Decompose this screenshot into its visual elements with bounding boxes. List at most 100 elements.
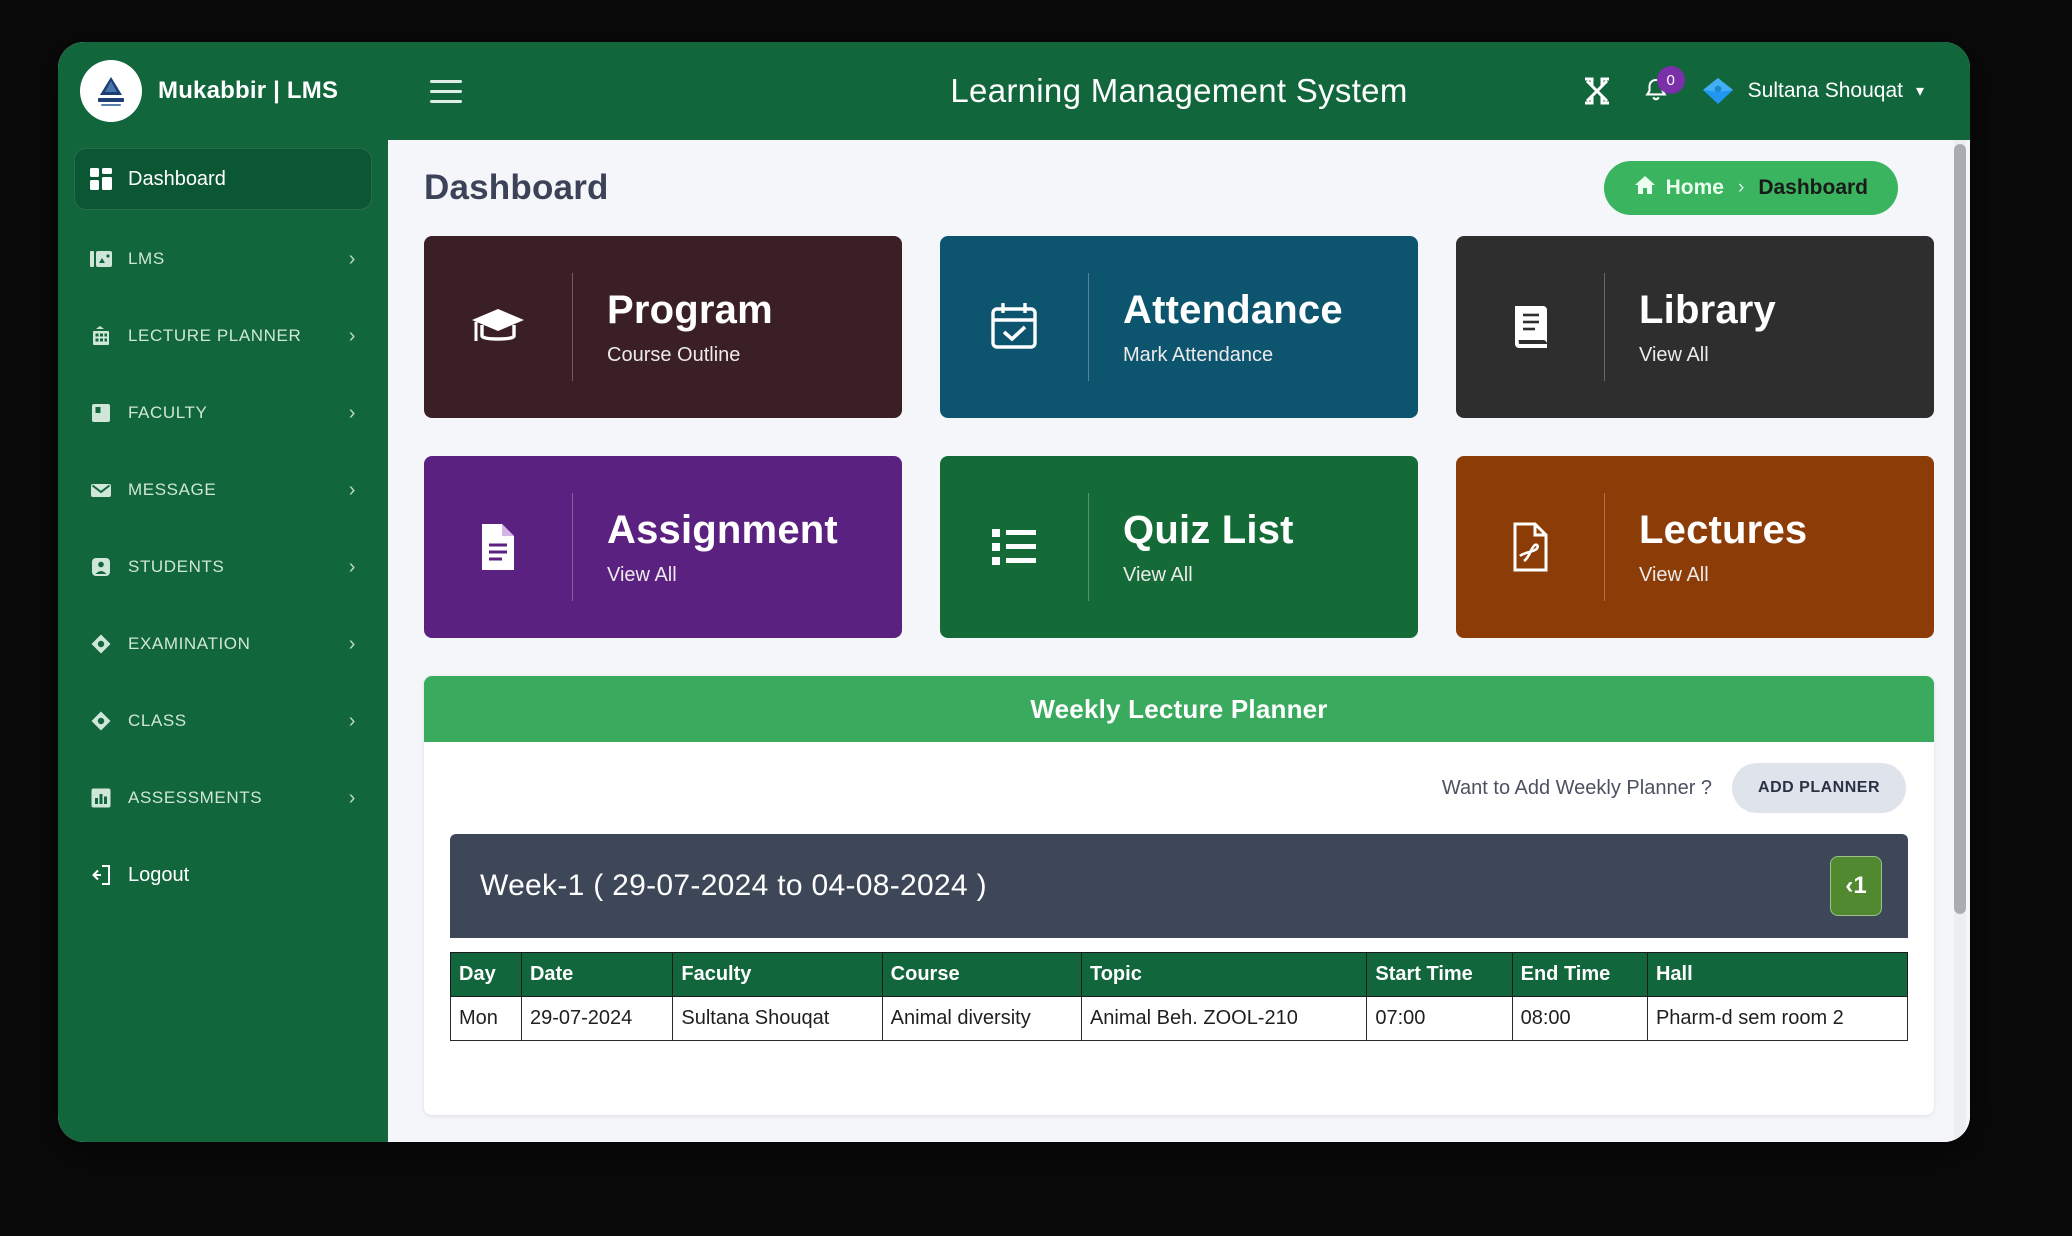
bar-chart-icon (88, 785, 114, 811)
sidebar-nav: Dashboard LMS › LECTURE PLANNER › FACULT… (58, 140, 388, 903)
calendar-check-icon (940, 301, 1088, 353)
diamond-avatar-icon (1701, 74, 1735, 108)
image-panel-icon (88, 246, 114, 272)
column-header-faculty: Faculty (672, 952, 883, 997)
board-icon (88, 400, 114, 426)
chevron-right-icon: › (348, 479, 356, 501)
hamburger-bar (430, 79, 462, 83)
cell-end-time: 08:00 (1511, 996, 1648, 1041)
sidebar-item-label: LMS (128, 249, 165, 268)
chevron-right-icon: › (348, 248, 356, 270)
notification-bell-button[interactable]: 0 (1641, 66, 1685, 106)
planner-header-title: Weekly Lecture Planner (424, 676, 1934, 742)
add-planner-button[interactable]: ADD PLANNER (1732, 763, 1906, 813)
sidebar-item-message[interactable]: MESSAGE › (74, 462, 372, 518)
quick-links-grid: Program Course Outline Attendance Mark A… (424, 236, 1934, 638)
add-planner-prompt: Want to Add Weekly Planner ? (1441, 776, 1713, 799)
chevron-right-icon: › (348, 402, 356, 424)
planner-footer-space (424, 1041, 1934, 1115)
card-attendance[interactable]: Attendance Mark Attendance (940, 236, 1418, 418)
building-icon (88, 323, 114, 349)
week-prev-button[interactable]: ‹1 (1830, 856, 1882, 916)
card-title: Lectures (1639, 507, 1808, 552)
breadcrumb: Home › Dashboard (1603, 161, 1898, 215)
sidebar-item-lecture-planner[interactable]: LECTURE PLANNER › (74, 308, 372, 364)
card-title: Library (1639, 287, 1777, 332)
card-program[interactable]: Program Course Outline (424, 236, 902, 418)
application-window: Mukabbir | LMS Dashboard LMS › LECTURE P… (58, 42, 1970, 1142)
card-library[interactable]: Library View All (1456, 236, 1934, 418)
breadcrumb-home-label: Home (1665, 176, 1724, 199)
graduation-cap-icon (424, 303, 572, 351)
cell-date: 29-07-2024 (520, 996, 674, 1041)
sidebar-item-label: FACULTY (128, 403, 208, 422)
planner-table: Day Date Faculty Course Topic Start Time… (450, 952, 1909, 1041)
sidebar-item-dashboard[interactable]: Dashboard (74, 148, 372, 210)
sidebar-item-label: LECTURE PLANNER (128, 326, 302, 345)
notification-count-badge: 0 (1656, 66, 1685, 94)
sidebar-item-assessments[interactable]: ASSESSMENTS › (74, 770, 372, 826)
sidebar-item-logout[interactable]: Logout (74, 847, 372, 903)
sidebar-item-students[interactable]: STUDENTS › (74, 539, 372, 595)
brand-header[interactable]: Mukabbir | LMS (58, 42, 388, 140)
main-content: Dashboard Home › Dashboard Program Cours… (388, 140, 1970, 1142)
top-bar: Learning Management System 0 Sultana Sho… (388, 42, 1970, 140)
column-header-day: Day (450, 952, 522, 997)
sidebar-item-label: MESSAGE (128, 480, 217, 499)
card-subtitle: View All (1639, 563, 1709, 586)
user-menu[interactable]: Sultana Shouqat ▾ (1701, 74, 1924, 108)
hamburger-bar (430, 89, 462, 93)
sidebar-item-label: Logout (128, 863, 190, 886)
fullscreen-expand-icon[interactable] (1583, 77, 1611, 105)
card-lectures[interactable]: Lectures View All (1456, 456, 1934, 638)
chevron-right-icon: › (348, 556, 356, 578)
card-quiz-list[interactable]: Quiz List View All (940, 456, 1418, 638)
diamond-icon (88, 631, 114, 657)
cell-faculty: Sultana Shouqat (672, 996, 883, 1041)
card-title: Assignment (607, 507, 838, 552)
table-row[interactable]: Mon 29-07-2024 Sultana Shouqat Animal di… (450, 996, 1909, 1041)
sidebar-item-lms[interactable]: LMS › (74, 231, 372, 287)
vertical-scrollbar-thumb[interactable] (1954, 144, 1966, 914)
column-header-start-time: Start Time (1366, 952, 1513, 997)
week-header: Week-1 ( 29-07-2024 to 04-08-2024 ) ‹1 (450, 834, 1908, 938)
breadcrumb-home-link[interactable]: Home (1634, 175, 1724, 201)
page-title: Dashboard (424, 168, 609, 207)
planner-actions: Want to Add Weekly Planner ? ADD PLANNER (424, 742, 1934, 834)
pyramid-logo-icon (80, 60, 142, 122)
breadcrumb-separator: › (1737, 177, 1745, 198)
card-assignment[interactable]: Assignment View All (424, 456, 902, 638)
hamburger-icon[interactable] (430, 68, 476, 114)
file-lines-icon (424, 521, 572, 573)
chevron-right-icon: › (348, 787, 356, 809)
sidebar-item-examination[interactable]: EXAMINATION › (74, 616, 372, 672)
logout-icon (88, 862, 114, 888)
home-icon (1634, 175, 1656, 201)
sidebar-item-label: Dashboard (128, 167, 226, 190)
chevron-right-icon: › (348, 633, 356, 655)
cell-course: Animal diversity (881, 996, 1082, 1041)
brand-title: Mukabbir | LMS (158, 77, 339, 104)
card-title: Attendance (1123, 287, 1343, 332)
grid-dashboard-icon (88, 166, 114, 192)
week-title: Week-1 ( 29-07-2024 to 04-08-2024 ) (480, 869, 987, 902)
diamond-icon (88, 708, 114, 734)
table-header-row: Day Date Faculty Course Topic Start Time… (450, 952, 1909, 997)
cell-start-time: 07:00 (1366, 996, 1513, 1041)
cell-hall: Pharm-d sem room 2 (1646, 996, 1909, 1041)
card-subtitle: Mark Attendance (1123, 343, 1274, 366)
card-title: Program (607, 287, 773, 332)
card-subtitle: Course Outline (607, 343, 741, 366)
page-header: Dashboard Home › Dashboard (424, 140, 1934, 236)
card-subtitle: View All (607, 563, 677, 586)
card-subtitle: View All (1123, 563, 1193, 586)
sidebar-item-label: STUDENTS (128, 557, 225, 576)
column-header-course: Course (881, 952, 1082, 997)
user-plus-icon (88, 554, 114, 580)
sidebar-item-class[interactable]: CLASS › (74, 693, 372, 749)
weekly-lecture-planner-panel: Weekly Lecture Planner Want to Add Weekl… (424, 676, 1934, 1115)
book-icon (1456, 302, 1604, 352)
column-header-topic: Topic (1080, 952, 1368, 997)
chevron-right-icon: › (348, 325, 356, 347)
sidebar-item-faculty[interactable]: FACULTY › (74, 385, 372, 441)
